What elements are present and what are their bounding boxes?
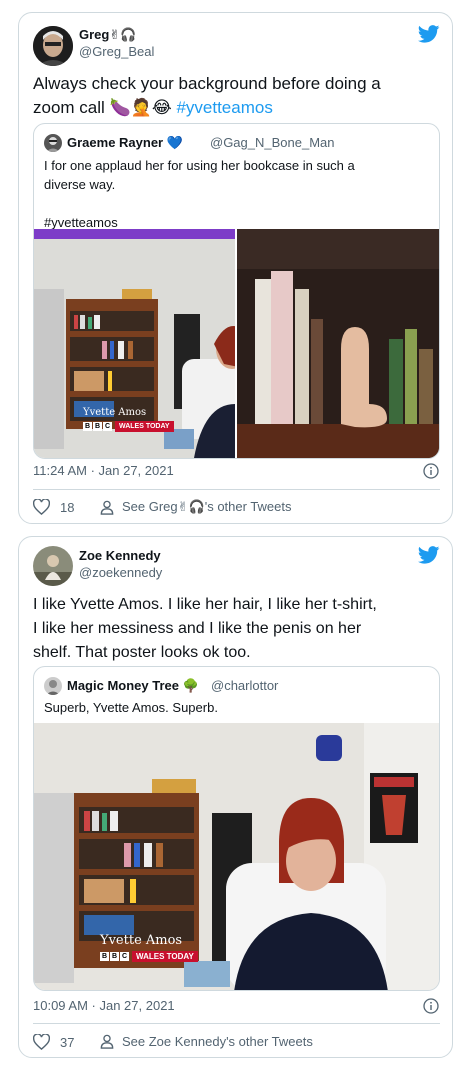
person-icon xyxy=(100,500,114,515)
avatar[interactable] xyxy=(33,26,73,66)
bbc-logo: B B C WALES TODAY xyxy=(83,421,174,432)
quoted-avatar xyxy=(44,134,62,152)
see-other-tweets-link[interactable]: See Zoe Kennedy's other Tweets xyxy=(100,1034,313,1049)
quoted-text: I for one applaud her for using her book… xyxy=(44,158,355,230)
lower-third-name: Yvette Amos xyxy=(83,407,147,418)
quoted-author-name: Graeme Rayner 💙 xyxy=(67,135,183,150)
quoted-text: Superb, Yvette Amos. Superb. xyxy=(44,700,218,715)
quoted-avatar xyxy=(44,677,62,695)
media-photo-left[interactable]: Yvette Amos B B C WALES TODAY xyxy=(34,229,235,458)
divider xyxy=(33,489,440,490)
tweet-text: I like Yvette Amos. I like her hair, I l… xyxy=(33,596,377,661)
quoted-author-handle: @Gag_N_Bone_Man xyxy=(210,135,335,150)
quoted-tweet[interactable]: Magic Money Tree 🌳 @charlottor Superb, Y… xyxy=(33,666,440,991)
info-icon[interactable] xyxy=(423,998,439,1014)
see-other-tweets-label: See Zoe Kennedy's other Tweets xyxy=(122,1034,313,1049)
hashtag-link[interactable]: #yvetteamos xyxy=(176,98,272,117)
media-photo-right[interactable] xyxy=(237,229,439,458)
like-count: 18 xyxy=(60,499,75,515)
quoted-author-name: Magic Money Tree 🌳 xyxy=(67,678,199,693)
like-count: 37 xyxy=(60,1034,75,1050)
like-button[interactable]: 18 xyxy=(33,499,74,515)
quoted-tweet[interactable]: Graeme Rayner 💙 @Gag_N_Bone_Man I for on… xyxy=(33,123,440,459)
tweet-card-zoe[interactable]: Zoe Kennedy @zoekennedy I like Yvette Am… xyxy=(18,536,453,1058)
quoted-author-handle: @charlottor xyxy=(211,678,279,693)
tweet-timestamp[interactable]: 11:24 AM · Jan 27, 2021 xyxy=(33,463,174,478)
author-name[interactable]: Greg✌🎧 xyxy=(79,27,136,43)
tweet-text: Always check your background before doin… xyxy=(33,74,381,117)
info-icon[interactable] xyxy=(423,463,439,479)
tweet-timestamp[interactable]: 10:09 AM · Jan 27, 2021 xyxy=(33,998,175,1013)
heart-icon xyxy=(33,1034,50,1050)
twitter-bird-icon[interactable] xyxy=(418,25,440,43)
author-handle[interactable]: @zoekennedy xyxy=(79,565,162,580)
author-name[interactable]: Zoe Kennedy xyxy=(79,548,161,563)
see-other-tweets-label: See Greg✌🎧's other Tweets xyxy=(122,499,292,514)
heart-icon xyxy=(33,499,50,515)
person-icon xyxy=(100,1034,114,1049)
author-handle[interactable]: @Greg_Beal xyxy=(79,44,154,59)
twitter-bird-icon[interactable] xyxy=(418,546,440,564)
media-photo[interactable]: Yvette Amos B B C WALES TODAY xyxy=(34,723,439,990)
lower-third-name: Yvette Amos xyxy=(100,933,183,948)
bbc-logo: B B C WALES TODAY xyxy=(100,951,198,962)
divider xyxy=(33,1023,440,1024)
see-other-tweets-link[interactable]: See Greg✌🎧's other Tweets xyxy=(100,499,292,515)
avatar[interactable] xyxy=(33,546,73,586)
like-button[interactable]: 37 xyxy=(33,1034,74,1050)
tweet-card-greg[interactable]: Greg✌🎧 @Greg_Beal Always check your back… xyxy=(18,12,453,524)
